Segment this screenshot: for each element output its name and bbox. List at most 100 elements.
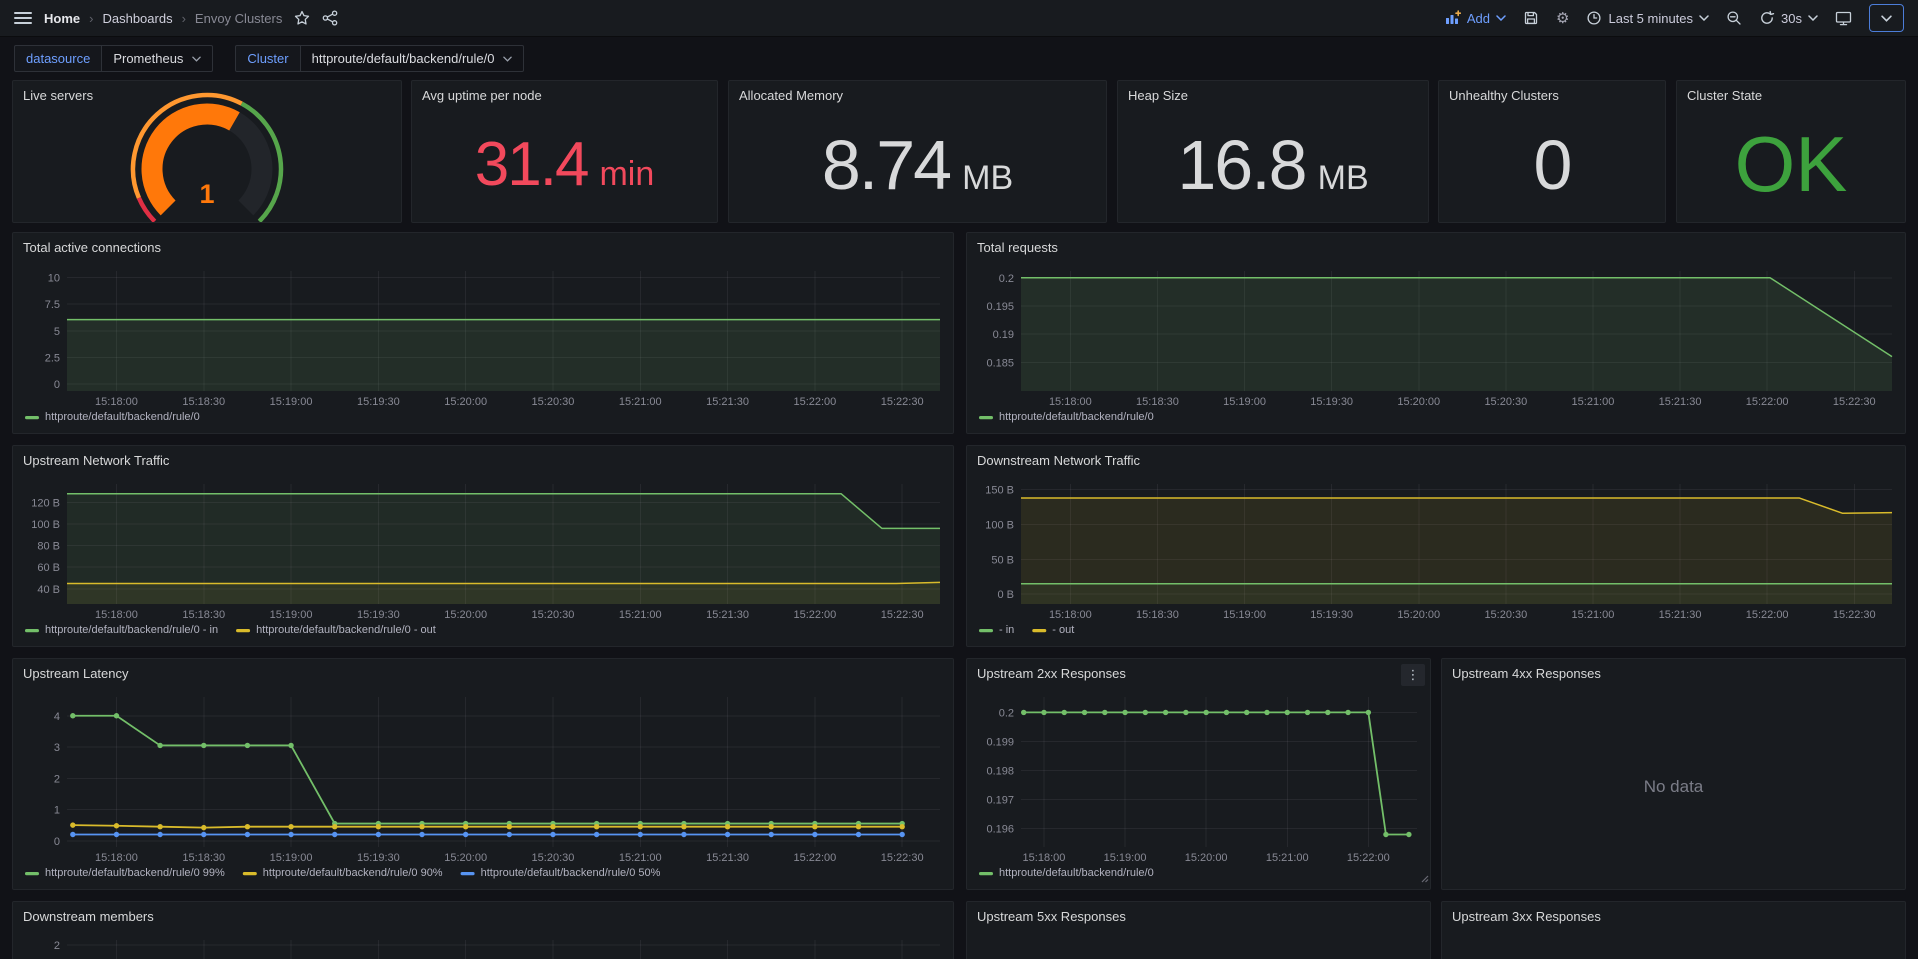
share-icon[interactable] bbox=[322, 10, 338, 26]
svg-text:15:19:00: 15:19:00 bbox=[270, 852, 313, 864]
panel-title[interactable]: Downstream members bbox=[13, 902, 953, 930]
legend-item[interactable]: httproute/default/backend/rule/0 - in bbox=[25, 624, 218, 636]
svg-text:15:20:00: 15:20:00 bbox=[1397, 609, 1440, 621]
svg-text:2: 2 bbox=[54, 773, 60, 785]
legend-item[interactable]: httproute/default/backend/rule/0 bbox=[979, 867, 1154, 879]
panel-title[interactable]: Downstream Network Traffic bbox=[967, 446, 1905, 474]
breadcrumb-dashboards[interactable]: Dashboards bbox=[102, 11, 172, 26]
svg-text:0.195: 0.195 bbox=[986, 301, 1014, 313]
svg-text:httproute/default/backend/rule: httproute/default/backend/rule/0 - out bbox=[256, 624, 436, 636]
add-label: Add bbox=[1467, 11, 1490, 26]
cluster-variable: Cluster httproute/default/backend/rule/0 bbox=[235, 45, 524, 72]
chevron-down-icon bbox=[503, 56, 512, 62]
panel-title[interactable]: Unhealthy Clusters bbox=[1439, 81, 1665, 109]
stat-value: 8.74MB bbox=[822, 125, 1013, 205]
panel-menu-icon[interactable]: ⋮ bbox=[1401, 664, 1425, 686]
svg-text:httproute/default/backend/rule: httproute/default/backend/rule/0 bbox=[999, 867, 1154, 879]
upstream-network-traffic-chart[interactable]: 15:18:0015:18:3015:19:0015:19:3015:20:00… bbox=[21, 476, 945, 644]
panel-title[interactable]: Upstream 3xx Responses bbox=[1442, 902, 1905, 930]
legend-item[interactable]: httproute/default/backend/rule/0 - out bbox=[236, 624, 436, 636]
panel-title[interactable]: Avg uptime per node bbox=[412, 81, 717, 109]
breadcrumb-home[interactable]: Home bbox=[44, 11, 80, 26]
panel-title[interactable]: Total active connections bbox=[13, 233, 953, 261]
legend-item[interactable]: - in bbox=[979, 624, 1014, 636]
svg-text:0.2: 0.2 bbox=[999, 707, 1014, 719]
refresh-icon[interactable] bbox=[1759, 10, 1775, 26]
panel-title[interactable]: Allocated Memory bbox=[729, 81, 1106, 109]
svg-text:0: 0 bbox=[54, 379, 60, 391]
total-active-connections-chart[interactable]: 15:18:0015:18:3015:19:0015:19:3015:20:00… bbox=[21, 263, 945, 431]
svg-text:httproute/default/backend/rule: httproute/default/backend/rule/0 bbox=[45, 411, 200, 423]
svg-text:15:21:30: 15:21:30 bbox=[1659, 396, 1702, 408]
add-button[interactable]: Add bbox=[1445, 10, 1506, 26]
refresh-controls: 30s bbox=[1759, 10, 1818, 26]
datasource-select[interactable]: Prometheus bbox=[102, 45, 213, 72]
svg-text:15:20:00: 15:20:00 bbox=[444, 396, 487, 408]
panel-title[interactable]: Upstream Network Traffic bbox=[13, 446, 953, 474]
svg-text:15:22:30: 15:22:30 bbox=[881, 609, 924, 621]
svg-text:40 B: 40 B bbox=[37, 584, 60, 596]
refresh-interval-label[interactable]: 30s bbox=[1781, 11, 1802, 26]
legend-item[interactable]: httproute/default/backend/rule/0 99% bbox=[25, 867, 225, 879]
time-range-picker[interactable]: Last 5 minutes bbox=[1586, 10, 1709, 26]
svg-text:15:22:00: 15:22:00 bbox=[1746, 396, 1789, 408]
svg-text:httproute/default/backend/rule: httproute/default/backend/rule/0 bbox=[999, 411, 1154, 423]
svg-text:15:19:00: 15:19:00 bbox=[270, 396, 313, 408]
stat-value: OK bbox=[1735, 119, 1848, 210]
svg-text:- in: - in bbox=[999, 624, 1014, 636]
svg-text:120 B: 120 B bbox=[31, 497, 60, 509]
top-nav: Home › Dashboards › Envoy Clusters Add bbox=[0, 0, 1918, 37]
panel-title[interactable]: Total requests bbox=[967, 233, 1905, 261]
cluster-value: httproute/default/backend/rule/0 bbox=[312, 51, 495, 66]
svg-text:15:21:30: 15:21:30 bbox=[706, 609, 749, 621]
no-data-message: No data bbox=[1442, 685, 1905, 889]
collapse-topbar-button[interactable] bbox=[1869, 4, 1904, 32]
upstream-2xx-chart[interactable]: 15:18:0015:19:0015:20:0015:21:0015:22:00… bbox=[975, 689, 1422, 887]
upstream-latency-chart[interactable]: 15:18:0015:18:3015:19:0015:19:3015:20:00… bbox=[21, 689, 945, 887]
legend-item[interactable]: httproute/default/backend/rule/0 90% bbox=[243, 867, 443, 879]
svg-text:15:18:00: 15:18:00 bbox=[95, 609, 138, 621]
svg-text:15:21:30: 15:21:30 bbox=[706, 852, 749, 864]
star-icon[interactable] bbox=[294, 10, 310, 26]
legend-item[interactable]: httproute/default/backend/rule/0 50% bbox=[461, 867, 661, 879]
svg-text:15:21:00: 15:21:00 bbox=[1572, 396, 1615, 408]
panel-title[interactable]: Upstream 5xx Responses bbox=[967, 902, 1430, 930]
datasource-value: Prometheus bbox=[113, 51, 183, 66]
svg-text:15:19:30: 15:19:30 bbox=[357, 609, 400, 621]
svg-text:15:22:00: 15:22:00 bbox=[793, 852, 836, 864]
panel-upstream-3xx: Upstream 3xx Responses bbox=[1441, 901, 1906, 959]
resize-handle[interactable] bbox=[1419, 870, 1429, 888]
legend-item[interactable]: - out bbox=[1032, 624, 1074, 636]
zoom-out-icon[interactable] bbox=[1726, 10, 1742, 26]
svg-text:10: 10 bbox=[48, 272, 60, 284]
svg-text:15:22:00: 15:22:00 bbox=[793, 396, 836, 408]
downstream-members-chart[interactable]: 2 bbox=[21, 932, 945, 959]
svg-text:httproute/default/backend/rule: httproute/default/backend/rule/0 99% bbox=[45, 867, 225, 879]
svg-text:15:18:30: 15:18:30 bbox=[1136, 609, 1179, 621]
panel-title[interactable]: Heap Size bbox=[1118, 81, 1428, 109]
panel-total-requests: Total requests 15:18:0015:18:3015:19:001… bbox=[966, 232, 1906, 434]
legend-item[interactable]: httproute/default/backend/rule/0 bbox=[979, 411, 1154, 423]
save-icon[interactable] bbox=[1523, 10, 1539, 26]
tv-mode-icon[interactable] bbox=[1835, 10, 1852, 26]
svg-text:150 B: 150 B bbox=[985, 485, 1014, 497]
panel-title[interactable]: Upstream 4xx Responses bbox=[1442, 659, 1905, 687]
panel-live-servers: Live servers 1 bbox=[12, 80, 402, 223]
gear-icon[interactable]: ⚙ bbox=[1556, 11, 1569, 26]
downstream-network-traffic-chart[interactable]: 15:18:0015:18:3015:19:0015:19:3015:20:00… bbox=[975, 476, 1897, 644]
svg-text:15:22:30: 15:22:30 bbox=[881, 852, 924, 864]
svg-text:7.5: 7.5 bbox=[45, 299, 60, 311]
legend-item[interactable]: httproute/default/backend/rule/0 bbox=[25, 411, 200, 423]
svg-text:0.19: 0.19 bbox=[993, 329, 1014, 341]
panel-title[interactable]: Upstream 2xx Responses bbox=[967, 659, 1430, 687]
total-requests-chart[interactable]: 15:18:0015:18:3015:19:0015:19:3015:20:00… bbox=[975, 263, 1897, 431]
svg-text:15:18:00: 15:18:00 bbox=[1049, 609, 1092, 621]
svg-text:15:19:00: 15:19:00 bbox=[1223, 609, 1266, 621]
menu-icon[interactable] bbox=[14, 11, 32, 25]
cluster-select[interactable]: httproute/default/backend/rule/0 bbox=[301, 45, 525, 72]
panel-upstream-4xx: Upstream 4xx Responses No data bbox=[1441, 658, 1906, 890]
panel-title[interactable]: Upstream Latency bbox=[13, 659, 953, 687]
panel-title[interactable]: Cluster State bbox=[1677, 81, 1905, 109]
panel-cluster-state: Cluster State OK bbox=[1676, 80, 1906, 223]
clock-icon bbox=[1586, 10, 1602, 26]
